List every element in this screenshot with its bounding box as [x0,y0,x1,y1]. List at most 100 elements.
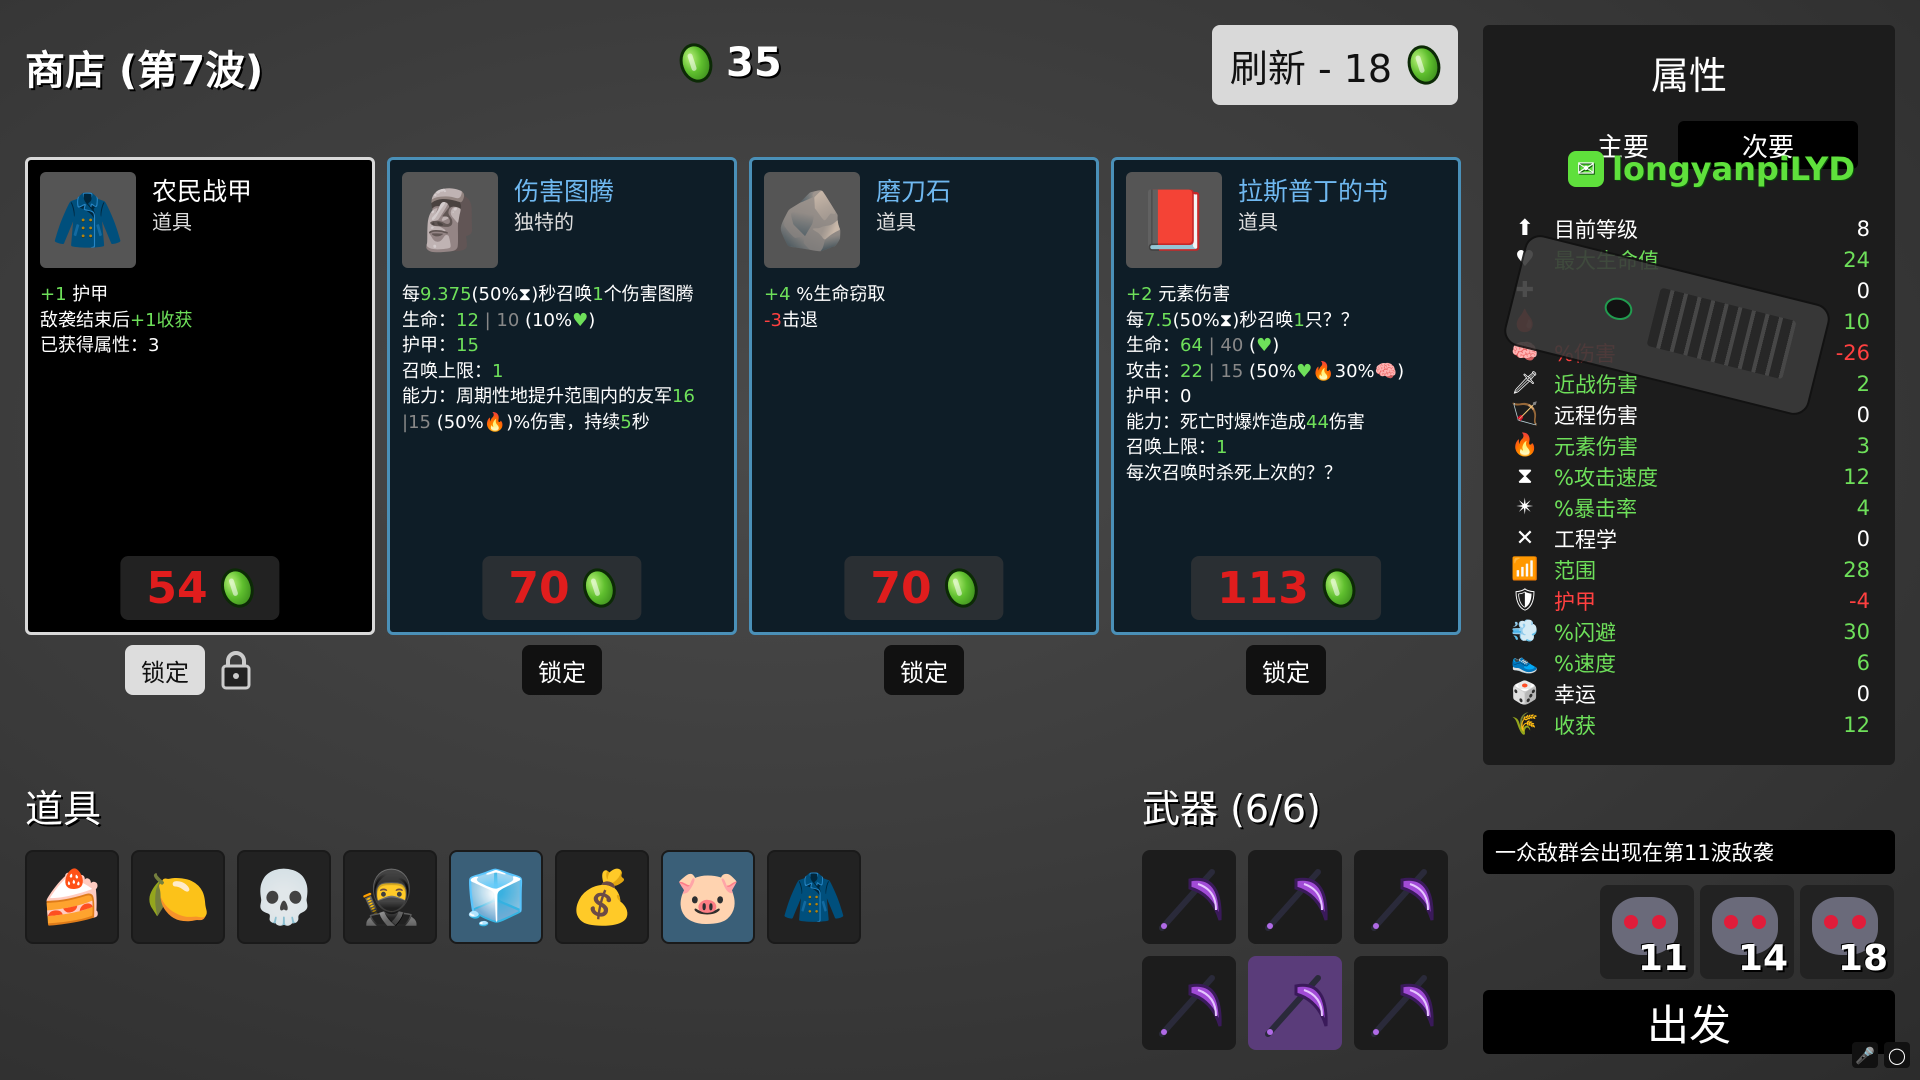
description-segment: 1 [1216,437,1228,458]
description-segment: 15 [456,335,479,356]
ninja-mask-icon[interactable]: 🥷 [343,850,437,944]
wave-info: 一众敌群会出现在第11波敌袭 [1483,830,1895,874]
weapon-slot-scythe-icon[interactable] [1354,956,1448,1050]
material-coin-icon [1317,564,1361,612]
description-segment: 护甲： [402,335,456,356]
lock-button[interactable]: 锁定 [1246,645,1326,695]
card-name: 伤害图腾 [514,177,615,206]
weapon-slot-scythe-icon[interactable] [1354,850,1448,944]
buy-button[interactable]: 113 [1191,556,1381,620]
description-segment: (50%🔥)%伤害，持续 [430,411,621,433]
description-line: 已获得属性：3 [40,333,362,359]
microphone-icon[interactable]: 🎤 [1852,1042,1878,1068]
material-coin-icon [578,564,622,612]
shop-card[interactable]: 🪨 磨刀石 道具 +4 %生命窃取 -3击退 70 [749,157,1099,635]
description-segment: 元素伤害 [1152,284,1231,305]
card-type: 道具 [152,210,192,234]
stat-row[interactable]: 🌾 收获 12 [1508,709,1870,740]
weapon-slot-scythe-icon[interactable] [1248,850,1342,944]
description-segment: 伤害 [1328,411,1365,433]
stat-value: 28 [1843,557,1870,582]
description-segment: 攻击： [1126,360,1180,382]
sack-icon[interactable]: 💰 [555,850,649,944]
lock-button[interactable]: 锁定 [884,645,964,695]
skull-tooth-icon[interactable]: 💀 [237,850,331,944]
dodge-icon: 💨 [1511,619,1539,644]
elemental-icon: 🔥 [1511,433,1539,458]
stat-row[interactable]: 👟 %速度 6 [1508,647,1870,678]
refresh-circle-icon[interactable]: ◯ [1884,1042,1910,1068]
description-line: 每次召唤时杀死上次的？？ [1126,461,1448,487]
stat-row[interactable]: ✕ 工程学 0 [1508,523,1870,554]
card-name: 拉斯普丁的书 [1238,177,1389,206]
shop-card[interactable]: 🗿 伤害图腾 独特的 每9.375(50%⧗)秒召唤1个伤害图腾 生命：12 | 10 … [387,157,737,635]
description-line: 召唤上限：1 [402,359,724,385]
description-line: +1 护甲 [40,282,362,308]
description-segment: 5 [620,411,632,433]
description-segment: 每次召唤时杀死上次的？？ [1126,462,1342,484]
description-segment: 9.375 [420,284,472,305]
description-segment: 能力：周期性地提升范围内的友军 [402,386,672,407]
stat-value: 0 [1856,278,1870,303]
buy-button[interactable]: 70 [482,556,642,620]
card-description: +1 护甲 敌袭结束后+1收获 已获得属性：3 [40,282,362,359]
stat-row[interactable]: 📶 范围 28 [1508,554,1870,585]
crit-icon: ✴ [1515,495,1535,520]
description-segment: ♥ [1256,335,1273,356]
refresh-label: 刷新 - 18 [1229,46,1393,91]
description-segment: ) [588,309,596,331]
description-segment: ) [1272,335,1280,356]
description-line: 生命：12 | 10 (10%♥) [402,308,724,334]
description-line: 护甲：15 [402,333,724,359]
stat-row[interactable]: ⧗ %攻击速度 12 [1508,461,1870,492]
card-type: 独特的 [514,210,574,234]
buy-button[interactable]: 70 [844,556,1004,620]
cake-icon[interactable]: 🍰 [25,850,119,944]
lock-button[interactable]: 锁定 [125,645,205,695]
description-segment: 44 [1306,411,1329,433]
card-type: 道具 [876,210,916,234]
description-segment: 敌袭结束后 [40,309,130,331]
harvest-icon: 🌾 [1511,712,1539,737]
stat-label: 范围 [1554,558,1596,583]
piggy-bank-icon[interactable]: 🐷 [661,850,755,944]
stat-row[interactable]: 🔥 元素伤害 3 [1508,430,1870,461]
whetstone-icon: 🪨 [764,172,860,268]
material-coin-icon [674,39,718,87]
stat-row[interactable]: 🎲 幸运 0 [1508,678,1870,709]
stat-row[interactable]: 🛡 护甲 -4 [1508,585,1870,616]
enemy-horde-icon: 18 [1800,885,1894,979]
stat-row[interactable]: ✴ %暴击率 4 [1508,492,1870,523]
stat-label: %闪避 [1554,620,1616,645]
stat-row[interactable]: 💨 %闪避 30 [1508,616,1870,647]
description-segment: (50%⧗)秒召唤 [1172,309,1294,331]
attack-speed-icon: ⧗ [1517,464,1533,489]
stat-label: 幸运 [1554,682,1596,707]
shop-card[interactable]: 📕 拉斯普丁的书 道具 +2 元素伤害 每7.5(50%⧗)秒召唤1只？？ 生命：64 |… [1111,157,1461,635]
description-segment: 召唤上限： [402,360,492,382]
description-segment: 收获 [156,309,193,331]
stat-label: 护甲 [1554,589,1596,614]
lemonade-icon[interactable]: 🍋 [131,850,225,944]
material-coin-icon [940,564,984,612]
peasant-armor-icon[interactable]: 🧥 [767,850,861,944]
price-value: 70 [508,562,570,614]
stat-row[interactable]: 🏹 远程伤害 0 [1508,399,1870,430]
armor-icon: 🛡 [1511,588,1539,613]
description-line: +2 元素伤害 [1126,282,1448,308]
stat-label: 工程学 [1554,527,1617,552]
shop-card[interactable]: 🧥 农民战甲 道具 +1 护甲 敌袭结束后+1收获 已获得属性：3 54 [25,157,375,635]
weapon-slot-scythe-icon[interactable] [1142,850,1236,944]
description-segment: 秒 [631,411,650,433]
material-coin-icon [1402,41,1446,89]
weapon-slot-scythe-icon[interactable] [1142,956,1236,1050]
ice-totem-icon[interactable]: 🧊 [449,850,543,944]
watermark: ✉ longyanpiLYD [1568,150,1855,188]
refresh-button[interactable]: 刷新 - 18 [1212,25,1458,105]
stat-value: 24 [1843,247,1870,272]
lock-button[interactable]: 锁定 [522,645,602,695]
go-button[interactable]: 出发 [1483,990,1895,1054]
description-segment: 1 [1293,309,1305,331]
buy-button[interactable]: 54 [120,556,280,620]
weapon-slot-scythe-icon[interactable] [1248,956,1342,1050]
